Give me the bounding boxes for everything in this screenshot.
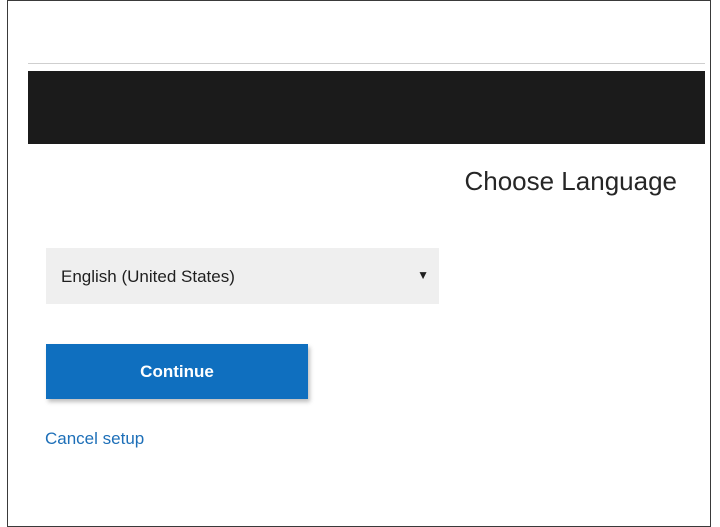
page-title: Choose Language [464,166,677,196]
chevron-down-icon: ▼ [417,268,429,282]
header-bar [28,71,705,144]
language-select-value: English (United States) [61,267,235,286]
top-divider [28,63,705,64]
language-select[interactable]: English (United States) ▼ [46,248,439,304]
cancel-setup-link[interactable]: Cancel setup [45,429,144,449]
setup-window: Choose Language English (United States) … [7,0,711,527]
continue-button[interactable]: Continue [46,344,308,399]
